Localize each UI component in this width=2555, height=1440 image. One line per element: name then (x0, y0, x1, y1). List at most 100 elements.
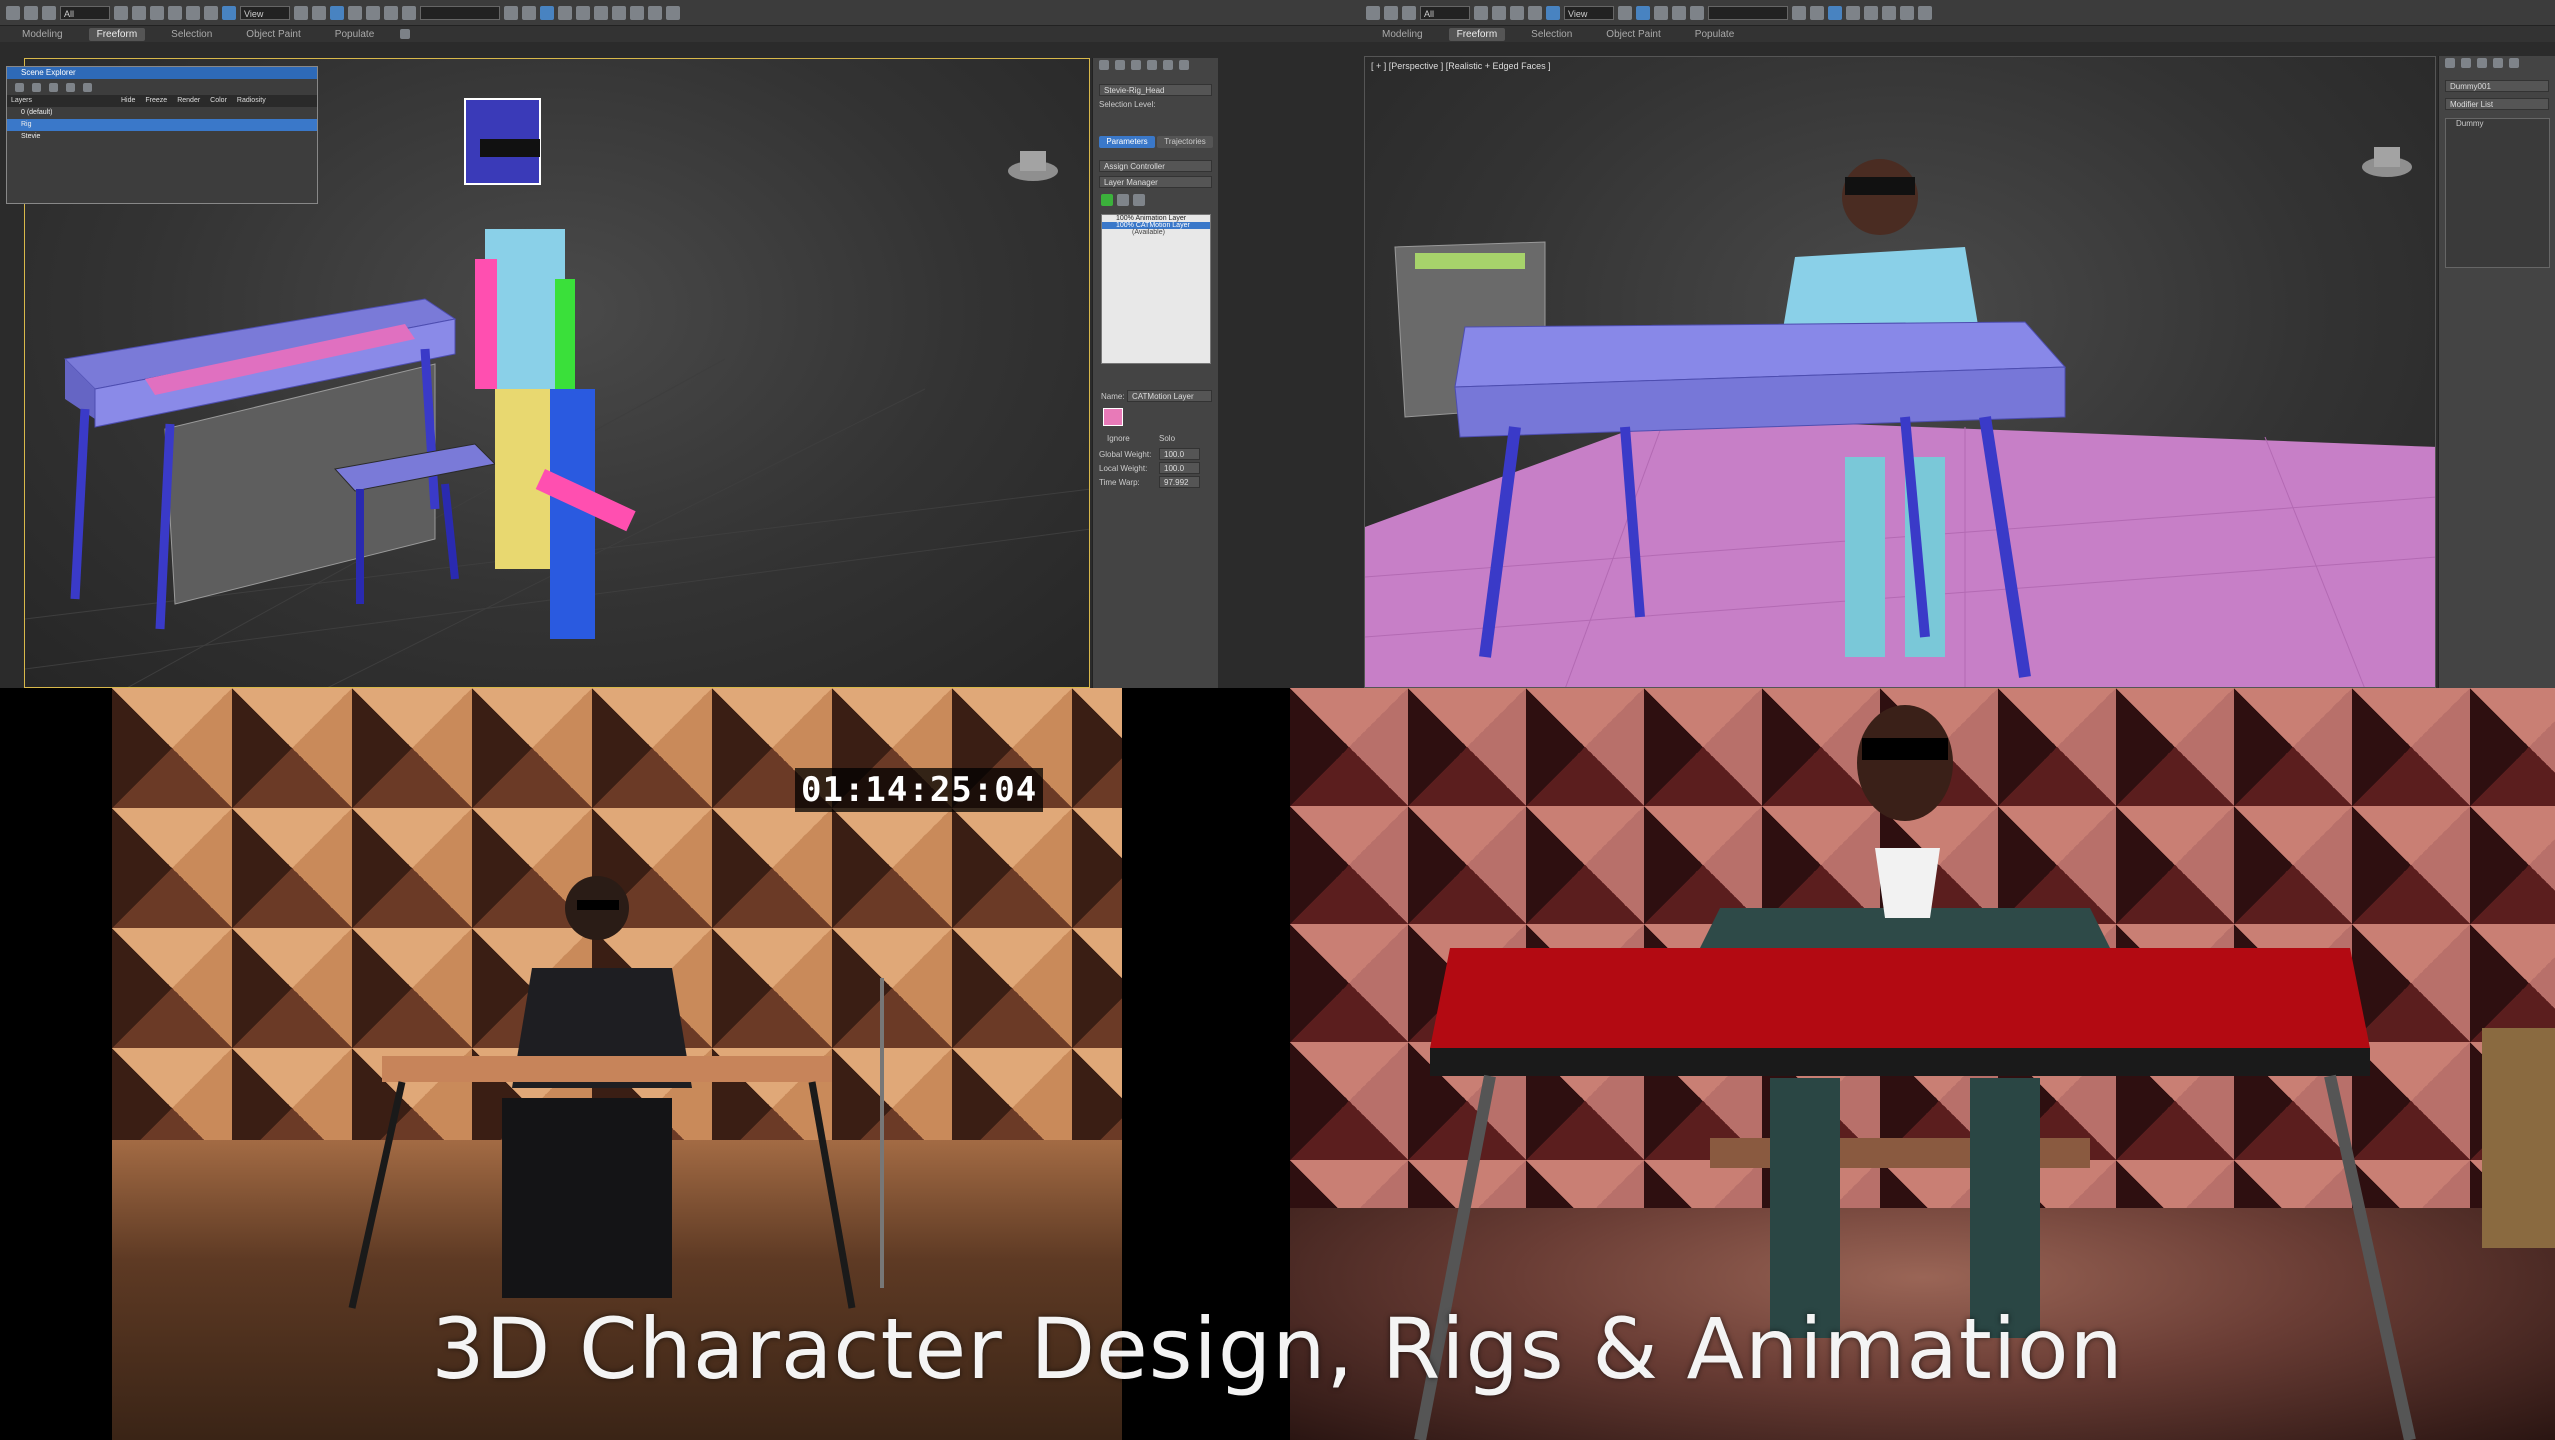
select-manipulate-icon[interactable] (312, 5, 326, 20)
rendered-frame-icon[interactable] (648, 5, 662, 20)
redo-icon[interactable] (1384, 5, 1398, 20)
spinner-snap-icon[interactable] (384, 5, 398, 20)
modifier-list-dropdown[interactable]: Modifier List (2445, 98, 2549, 110)
schematic-view-icon[interactable] (1864, 5, 1878, 20)
reference-coord-dropdown[interactable]: View (240, 5, 290, 20)
undo-icon[interactable] (6, 5, 20, 20)
tab-freeform[interactable]: Freeform (88, 27, 146, 41)
curve-editor-icon[interactable] (576, 5, 590, 20)
hierarchy-tab-icon[interactable] (2477, 58, 2487, 68)
edit-named-selection-icon[interactable] (1690, 5, 1704, 20)
layer-row-rig[interactable]: Rig (7, 119, 317, 131)
select-icon[interactable] (1474, 5, 1488, 20)
material-editor-icon[interactable] (1882, 5, 1896, 20)
tab-modeling[interactable]: Modeling (14, 28, 71, 41)
move-icon[interactable] (186, 5, 200, 20)
selection-filter-dropdown[interactable]: All (60, 5, 110, 20)
layer-settings-icon[interactable] (1133, 194, 1145, 206)
rigged-character-model[interactable] (464, 98, 636, 639)
tab-freeform[interactable]: Freeform (1448, 27, 1506, 41)
tab-selection[interactable]: Selection (163, 28, 220, 41)
local-weight-spinner[interactable]: 100.0 (1159, 462, 1200, 474)
edit-named-selection-icon[interactable] (402, 5, 416, 20)
add-to-layer-icon[interactable] (49, 82, 58, 92)
object-name-field[interactable]: Stevie-Rig_Head (1099, 84, 1212, 96)
anim-layer-row-selected[interactable]: 100% CATMotion Layer (1102, 222, 1210, 229)
named-selection-dropdown[interactable] (420, 5, 500, 20)
undo-icon[interactable] (1366, 5, 1380, 20)
layer-row-stevie[interactable]: Stevie (7, 131, 317, 143)
layer-explorer-window[interactable]: Scene Explorer Layers Hide Freeze Render… (6, 66, 318, 204)
curve-editor-icon[interactable] (1846, 5, 1860, 20)
rect-selection-icon[interactable] (1492, 5, 1506, 20)
tab-selection[interactable]: Selection (1523, 28, 1580, 41)
ribbon-options-icon[interactable] (400, 29, 411, 39)
mirror-icon[interactable] (504, 5, 518, 20)
tab-populate[interactable]: Populate (327, 28, 382, 41)
object-name-field-right[interactable]: Dummy001 (2445, 80, 2549, 92)
snap-toggle-icon[interactable] (330, 5, 344, 20)
anim-layer-list[interactable]: 100% Animation Layer 100% CATMotion Laye… (1101, 214, 1211, 364)
layer-row-default[interactable]: 0 (default) (7, 107, 317, 119)
align-icon[interactable] (522, 5, 536, 20)
viewcube-top[interactable] (1020, 151, 1046, 171)
motion-tab-icon[interactable] (1147, 60, 1157, 70)
tab-object-paint[interactable]: Object Paint (238, 28, 308, 41)
select-by-name-icon[interactable] (132, 5, 146, 20)
material-editor-icon[interactable] (612, 5, 626, 20)
modifier-stack[interactable]: Dummy (2445, 118, 2550, 268)
tab-populate[interactable]: Populate (1687, 28, 1742, 41)
graphite-toggle-icon[interactable] (558, 5, 572, 20)
ignore-checkbox[interactable]: Ignore (1107, 434, 1130, 443)
solo-checkbox[interactable]: Solo (1159, 434, 1175, 443)
layer-type-icon[interactable] (1117, 194, 1129, 206)
layer-color-swatch[interactable] (1103, 408, 1123, 426)
global-weight-spinner[interactable]: 100.0 (1159, 448, 1200, 460)
move-icon[interactable] (1510, 5, 1524, 20)
schematic-view-icon[interactable] (594, 5, 608, 20)
layer-explorer-titlebar[interactable]: Scene Explorer (7, 67, 317, 79)
pivot-icon[interactable] (294, 5, 308, 20)
select-in-layer-icon[interactable] (66, 82, 75, 92)
select-icon[interactable] (114, 5, 128, 20)
angle-snap-icon[interactable] (348, 5, 362, 20)
scale-icon[interactable] (222, 5, 236, 20)
modify-tab-icon[interactable] (1115, 60, 1125, 70)
modifier-stack-item[interactable]: Dummy (2446, 119, 2549, 128)
snap-toggle-icon[interactable] (1636, 5, 1650, 20)
hierarchy-tab-icon[interactable] (1131, 60, 1141, 70)
selection-filter-dropdown[interactable]: All (1420, 5, 1470, 20)
align-icon[interactable] (1810, 5, 1824, 20)
display-tab-icon[interactable] (2509, 58, 2519, 68)
pivot-icon[interactable] (1618, 5, 1632, 20)
render-icon[interactable] (1918, 5, 1932, 20)
layer-explorer-icon[interactable] (1828, 5, 1842, 20)
layer-manager-rollout[interactable]: Layer Manager (1099, 176, 1212, 188)
render-icon[interactable] (666, 5, 680, 20)
display-tab-icon[interactable] (1163, 60, 1173, 70)
tab-trajectories[interactable]: Trajectories (1157, 136, 1213, 148)
named-selection-dropdown[interactable] (1708, 5, 1788, 20)
add-layer-icon[interactable] (1101, 194, 1113, 206)
layer-name-field[interactable]: CATMotion Layer (1127, 390, 1212, 402)
percent-snap-icon[interactable] (1672, 5, 1686, 20)
percent-snap-icon[interactable] (366, 5, 380, 20)
utilities-tab-icon[interactable] (1179, 60, 1189, 70)
perspective-viewport-right[interactable]: [ + ] [Perspective ] [Realistic + Edged … (1364, 56, 2436, 688)
delete-layer-icon[interactable] (32, 82, 41, 92)
time-warp-spinner[interactable]: 97.992 (1159, 476, 1200, 488)
rect-selection-icon[interactable] (150, 5, 164, 20)
rotate-icon[interactable] (1528, 5, 1542, 20)
render-setup-icon[interactable] (1900, 5, 1914, 20)
anim-layer-row[interactable]: 100% Animation Layer (1102, 215, 1210, 222)
render-setup-icon[interactable] (630, 5, 644, 20)
window-crossing-icon[interactable] (168, 5, 182, 20)
modify-tab-icon[interactable] (2461, 58, 2471, 68)
viewcube-top[interactable] (2374, 147, 2400, 167)
create-tab-icon[interactable] (1099, 60, 1109, 70)
reference-coord-dropdown[interactable]: View (1564, 5, 1614, 20)
scale-icon[interactable] (1546, 5, 1560, 20)
new-layer-icon[interactable] (15, 82, 24, 92)
layer-explorer-icon[interactable] (540, 5, 554, 20)
create-tab-icon[interactable] (2445, 58, 2455, 68)
